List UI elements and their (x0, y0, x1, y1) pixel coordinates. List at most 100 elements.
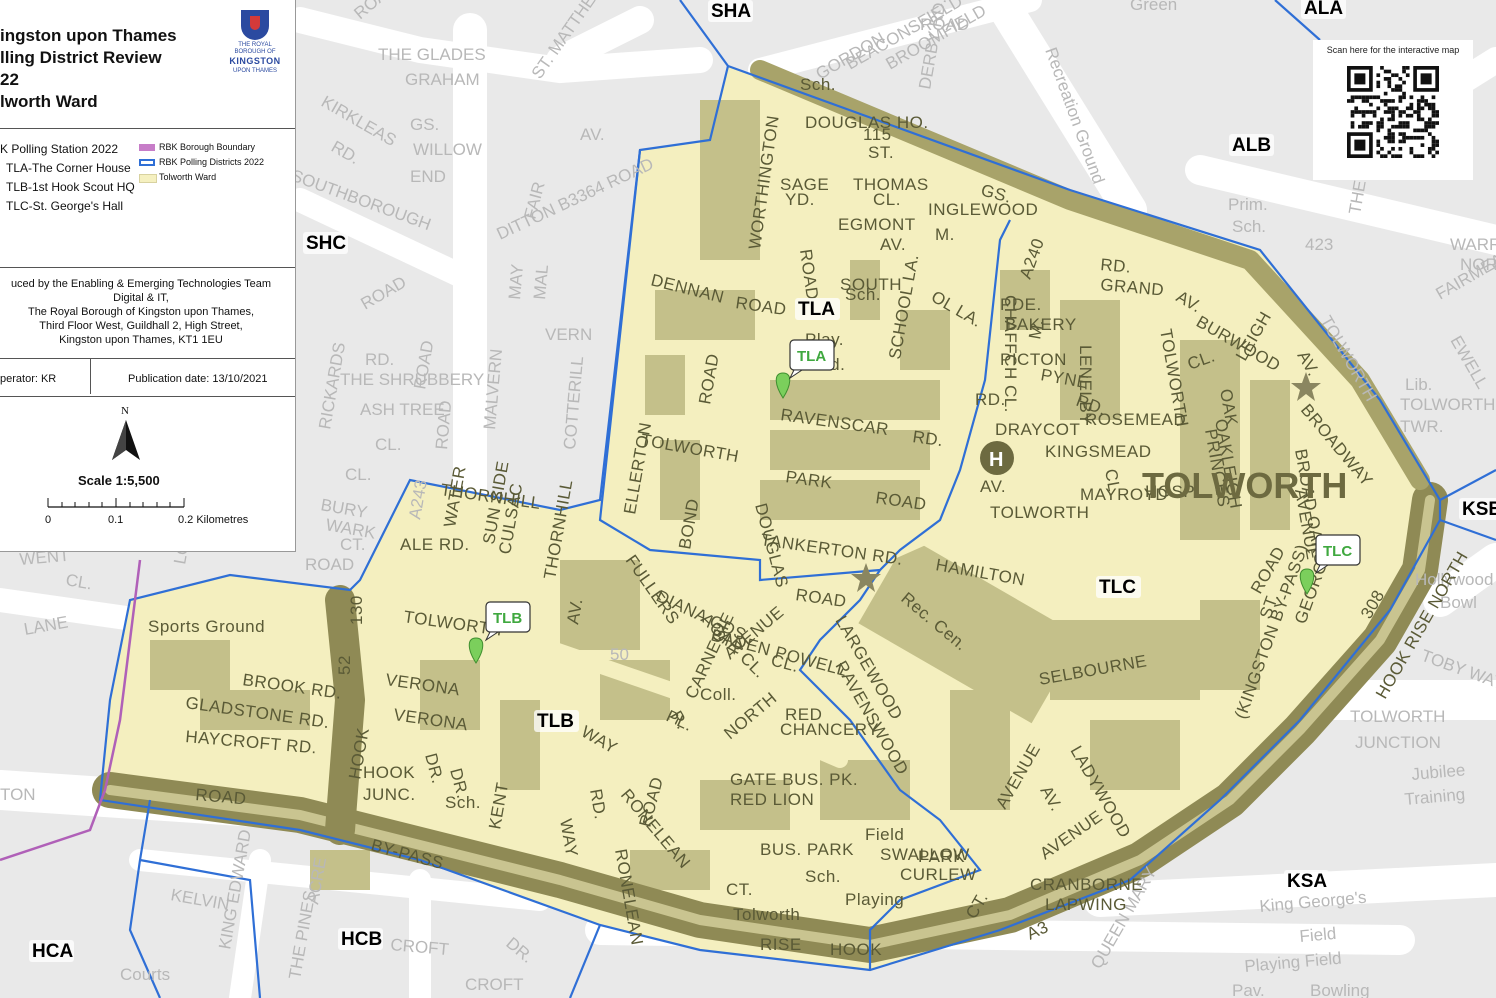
qr-module (1402, 132, 1406, 136)
street-label: Bowling (1310, 981, 1370, 998)
qr-module (1435, 113, 1439, 118)
qr-module (1402, 139, 1406, 144)
qr-module (1431, 146, 1436, 151)
qr-module (1376, 95, 1381, 100)
street-label: M. (935, 225, 955, 244)
qr-module (1365, 99, 1370, 103)
qr-module (1361, 99, 1366, 103)
qr-module (1387, 139, 1392, 144)
qr-module (1387, 150, 1392, 155)
street-label: GRAHAM (405, 70, 480, 89)
qr-module (1369, 102, 1373, 107)
divider (0, 358, 295, 359)
qr-module (1394, 88, 1399, 92)
street-label: NORTH (1460, 255, 1496, 274)
crest-shield-icon (241, 10, 269, 40)
qr-module (1391, 110, 1395, 114)
qr-module (1413, 154, 1417, 158)
qr-module (1394, 73, 1399, 78)
qr-module (1416, 154, 1421, 158)
qr-module (1413, 128, 1417, 133)
district-label-hca: HCA (32, 941, 73, 962)
street-label: 130 (347, 595, 366, 625)
qr-module (1424, 121, 1428, 125)
publication-date: Publication date: 13/10/2021 (128, 373, 268, 385)
qr-module (1372, 110, 1377, 114)
street-label: CL. (64, 570, 93, 593)
qr-module (1398, 99, 1403, 103)
district-label-ksa: KSA (1287, 871, 1327, 892)
qr-module (1387, 80, 1392, 85)
street-label: MAL (530, 264, 552, 300)
street-label: ROAD (358, 272, 410, 313)
street-label: EGMONT (838, 215, 916, 234)
qr-module (1431, 143, 1436, 147)
pin-label: TLA (797, 348, 826, 365)
street-label: KIRKLEAS (318, 92, 400, 150)
qr-module (1383, 154, 1388, 158)
qr-code-icon[interactable] (1347, 66, 1439, 158)
qr-code-panel[interactable]: Scan here for the interactive map (1313, 40, 1473, 180)
street-label: THE PINES (285, 889, 319, 981)
scale-bar (47, 498, 185, 508)
qr-module (1413, 110, 1417, 114)
qr-module (1416, 102, 1421, 107)
qr-module (1398, 132, 1403, 136)
street-label: ROAD (350, 0, 400, 23)
qr-module (1391, 117, 1395, 122)
qr-module (1383, 77, 1388, 81)
street-label: Sch. (800, 75, 836, 94)
qr-module (1380, 99, 1384, 103)
qr-module (1387, 132, 1392, 136)
qr-module (1387, 128, 1392, 133)
street-label: Playing (845, 890, 904, 909)
qr-module (1409, 102, 1414, 107)
qr-module (1350, 99, 1355, 103)
layer-ward: Tolworth Ward (159, 172, 217, 182)
qr-module (1383, 99, 1388, 103)
district-label-hcb: HCB (341, 929, 382, 950)
street-label: Courts (120, 965, 170, 984)
street-label: HOOK (363, 763, 415, 782)
qr-module (1361, 113, 1366, 118)
station-tlb: TLB-1st Hook Scout HQ (6, 180, 135, 194)
qr-module (1409, 95, 1414, 100)
street-label: TON (0, 785, 36, 804)
qr-module (1350, 95, 1355, 100)
credit-line-2: Digital & IT, (113, 292, 169, 304)
street-label: Tolworth (733, 905, 800, 924)
qr-module (1424, 99, 1428, 103)
qr-module (1420, 106, 1425, 111)
street-label: TWR. (1400, 417, 1443, 436)
district-label-tla: TLA (798, 299, 835, 320)
qr-module (1376, 121, 1381, 125)
street-label: ALE RD. (400, 535, 470, 554)
street-label: RD. (328, 137, 363, 168)
qr-module (1409, 150, 1414, 155)
qr-module (1416, 128, 1421, 133)
qr-module (1380, 117, 1384, 122)
qr-caption: Scan here for the interactive map (1326, 45, 1460, 55)
qr-module (1405, 73, 1410, 78)
qr-module (1402, 124, 1406, 129)
qr-finder-core (1420, 73, 1432, 85)
street-label: PARK (918, 847, 965, 866)
street-label: AV. (880, 235, 906, 254)
street-label: END (410, 167, 446, 186)
qr-module (1427, 117, 1432, 122)
district-label-alb: ALB (1232, 135, 1271, 156)
qr-module (1405, 121, 1410, 125)
divider (0, 267, 295, 268)
street-label: CT. (726, 880, 753, 899)
street-label: EWELL (1447, 333, 1492, 392)
street-label: Coll. (700, 685, 737, 704)
tolworth-area-label: TOLWORTH (1142, 465, 1347, 506)
qr-module (1387, 106, 1392, 111)
street-label: DRAYCOT (995, 420, 1080, 439)
qr-module (1398, 139, 1403, 144)
qr-module (1358, 95, 1362, 100)
layer-districts: RBK Polling Districts 2022 (159, 157, 265, 167)
crest-name: KINGSTON (229, 56, 281, 66)
street-label: CURLEW (900, 865, 977, 884)
qr-module (1402, 66, 1406, 70)
